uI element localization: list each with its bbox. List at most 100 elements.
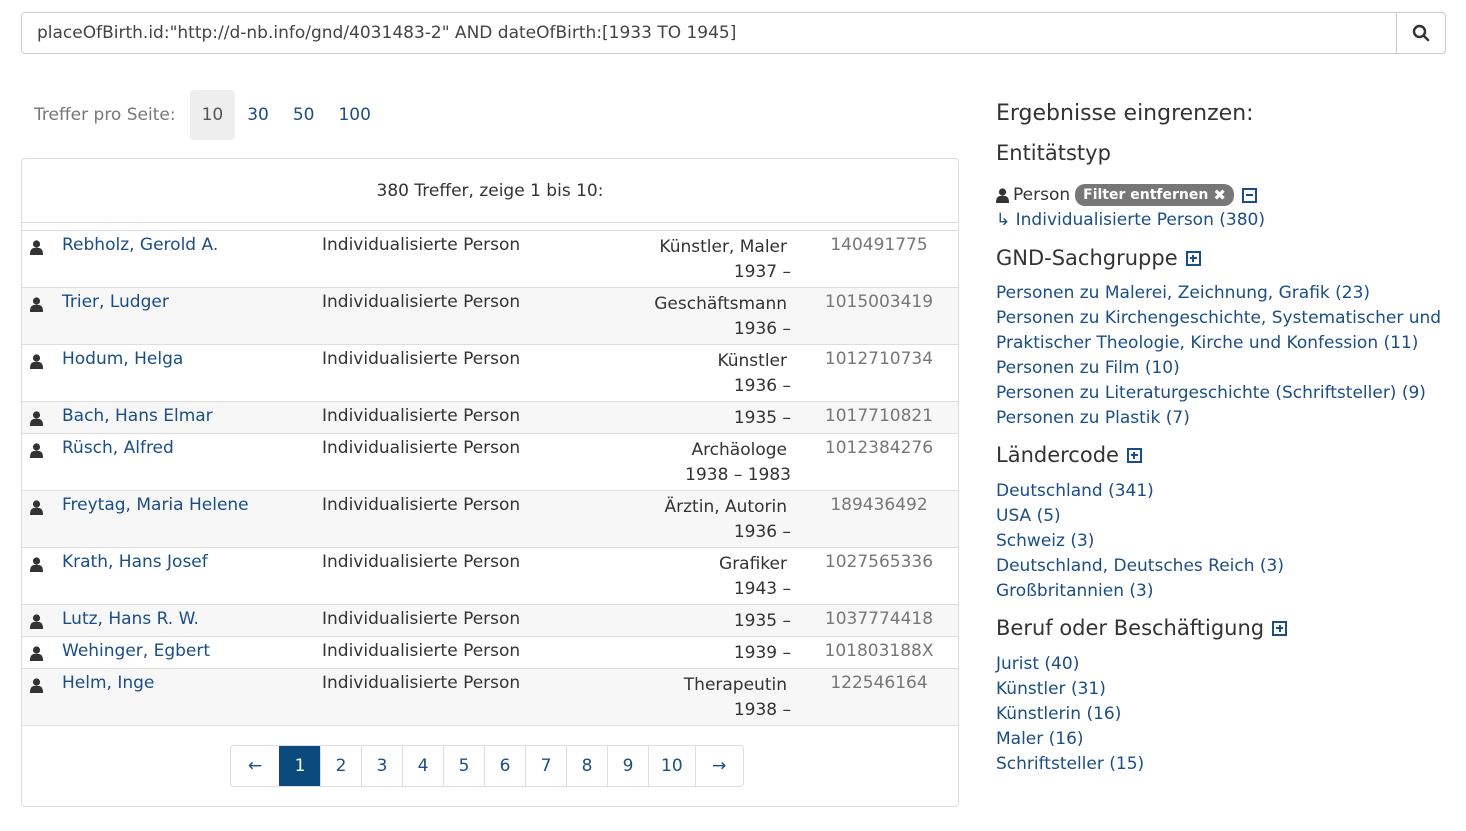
per-page-option-50[interactable]: 50	[281, 90, 327, 140]
result-gnd-id: 1027565336	[824, 552, 934, 572]
expand-icon[interactable]	[1272, 620, 1288, 636]
page-2[interactable]: 2	[320, 746, 361, 786]
person-icon	[30, 614, 43, 629]
result-row: Hodum, Helga Individualisierte Person Küns…	[22, 345, 958, 402]
result-occupation: Künstler, Maler	[659, 237, 787, 257]
page-3[interactable]: 3	[361, 746, 402, 786]
result-name-link[interactable]: Bach, Hans Elmar	[62, 406, 213, 426]
search-button[interactable]	[1396, 13, 1445, 53]
facet-country-item[interactable]: Schweiz (3)	[996, 529, 1446, 554]
facet-gnd-item[interactable]: Praktischer Theologie, Kirche und Konfes…	[996, 331, 1446, 356]
facet-profession-item[interactable]: Schriftsteller (15)	[996, 752, 1446, 777]
remove-filter-label: Filter entfernen	[1083, 187, 1209, 203]
result-name-link[interactable]: Wehinger, Egbert	[62, 641, 210, 661]
facet-gnd-item[interactable]: Personen zu Malerei, Zeichnung, Grafik (…	[996, 281, 1446, 306]
facet-profession-item[interactable]: Künstler (31)	[996, 677, 1446, 702]
per-page-option-100[interactable]: 100	[326, 90, 382, 140]
result-dates: 1939 –	[733, 643, 791, 663]
facet-profession-title: Beruf oder Beschäftigung	[996, 604, 1446, 652]
prev-page-button[interactable]: ←	[231, 746, 279, 786]
result-occupation: Archäologe	[691, 440, 787, 460]
result-profile: Geschäftsmann 1936 –	[654, 292, 791, 342]
facet-entity-title: Entitätstyp	[996, 134, 1446, 172]
page-4[interactable]: 4	[402, 746, 443, 786]
result-dates: 1938 – 1983	[685, 465, 791, 485]
person-icon	[30, 443, 43, 458]
next-page-button[interactable]: →	[694, 746, 743, 786]
page-9[interactable]: 9	[607, 746, 648, 786]
facet-gnd-title-text: GND-Sachgruppe	[996, 246, 1178, 270]
result-name-link[interactable]: Helm, Inge	[62, 673, 154, 693]
expand-icon[interactable]	[1185, 250, 1201, 266]
facet-profession-item[interactable]: Maler (16)	[996, 727, 1446, 752]
remove-filter-button[interactable]: Filter entfernen ✖	[1075, 184, 1234, 206]
page-6[interactable]: 6	[484, 746, 525, 786]
page-7[interactable]: 7	[525, 746, 566, 786]
person-icon	[30, 354, 43, 369]
facet-entity-sub[interactable]: ↳ Individualisierte Person (380)	[996, 208, 1446, 233]
results-per-page: Treffer pro Seite: 10 30 50 100	[34, 90, 383, 140]
result-profile: Ärztin, Autorin 1936 –	[665, 495, 791, 545]
facet-profession-list: Jurist (40) Künstler (31) Künstlerin (16…	[996, 652, 1446, 777]
result-profile: 1939 –	[734, 641, 791, 666]
result-dates: 1935 –	[733, 408, 791, 428]
person-icon	[30, 240, 43, 255]
page-5[interactable]: 5	[443, 746, 484, 786]
result-type: Individualisierte Person	[322, 673, 521, 693]
facet-country-title-text: Ländercode	[996, 443, 1119, 467]
expand-icon[interactable]	[1126, 447, 1142, 463]
page-10[interactable]: 10	[648, 746, 695, 786]
result-occupation: Grafiker	[719, 554, 787, 574]
per-page-option-10[interactable]: 10	[189, 90, 236, 140]
result-row: Rüsch, Alfred Individualisierte Person Arc…	[22, 434, 958, 491]
facet-country-item[interactable]: USA (5)	[996, 504, 1446, 529]
result-name-link[interactable]: Freytag, Maria Helene	[62, 495, 249, 515]
facet-profession-item[interactable]: Künstlerin (16)	[996, 702, 1446, 727]
facet-profession-item[interactable]: Jurist (40)	[996, 652, 1446, 677]
facet-country-title: Ländercode	[996, 431, 1446, 479]
result-row: Lutz, Hans R. W. Individualisierte Person…	[22, 605, 958, 637]
results-count: 380 Treffer, zeige 1 bis 10:	[22, 159, 958, 223]
result-dates: 1936 –	[733, 522, 791, 542]
result-name-link[interactable]: Rüsch, Alfred	[62, 438, 174, 458]
collapse-icon[interactable]	[1241, 187, 1257, 203]
page-1[interactable]: 1	[279, 746, 320, 786]
result-row: Helm, Inge Individualisierte Person Therap…	[22, 669, 958, 726]
result-type: Individualisierte Person	[322, 438, 521, 458]
facet-gnd-item[interactable]: Personen zu Literaturgeschichte (Schrift…	[996, 381, 1446, 406]
facet-gnd-item[interactable]: Personen zu Kirchengeschichte, Systemati…	[996, 306, 1446, 331]
page-8[interactable]: 8	[566, 746, 607, 786]
result-name-link[interactable]: Lutz, Hans R. W.	[62, 609, 199, 629]
person-icon	[30, 557, 43, 572]
facet-country-item[interactable]: Deutschland (341)	[996, 479, 1446, 504]
result-gnd-id: 101803188X	[824, 641, 934, 661]
result-dates: 1936 –	[733, 376, 791, 396]
result-profile: Grafiker 1943 –	[719, 552, 791, 602]
search-input[interactable]	[22, 13, 1396, 53]
facet-gnd-item[interactable]: Personen zu Film (10)	[996, 356, 1446, 381]
facet-gnd-item[interactable]: Personen zu Plastik (7)	[996, 406, 1446, 431]
result-name-link[interactable]: Trier, Ludger	[62, 292, 169, 312]
result-occupation: Künstler	[717, 351, 787, 371]
result-name-link[interactable]: Hodum, Helga	[62, 349, 183, 369]
per-page-option-30[interactable]: 30	[235, 90, 281, 140]
result-name-link[interactable]: Rebholz, Gerold A.	[62, 235, 218, 255]
facet-country-item[interactable]: Großbritannien (3)	[996, 579, 1446, 604]
per-page-label: Treffer pro Seite:	[34, 105, 176, 125]
result-occupation: Ärztin, Autorin	[664, 497, 787, 517]
result-dates: 1935 –	[733, 611, 791, 631]
person-icon	[30, 678, 43, 693]
facet-gnd-title: GND-Sachgruppe	[996, 233, 1446, 283]
search-icon	[1412, 24, 1430, 42]
facet-country-item[interactable]: Deutschland, Deutsches Reich (3)	[996, 554, 1446, 579]
result-dates: 1943 –	[733, 579, 791, 599]
result-row: Krath, Hans Josef Individualisierte Perso…	[22, 548, 958, 605]
result-profile: 1935 –	[734, 609, 791, 634]
result-name-link[interactable]: Krath, Hans Josef	[62, 552, 208, 572]
close-icon: ✖	[1213, 186, 1226, 204]
result-occupation: Therapeutin	[683, 675, 787, 695]
result-type: Individualisierte Person	[322, 641, 521, 661]
result-profile: Archäologe 1938 – 1983	[685, 438, 791, 488]
result-gnd-id: 1015003419	[824, 292, 934, 312]
result-profile: Künstler, Maler 1937 –	[659, 235, 791, 285]
